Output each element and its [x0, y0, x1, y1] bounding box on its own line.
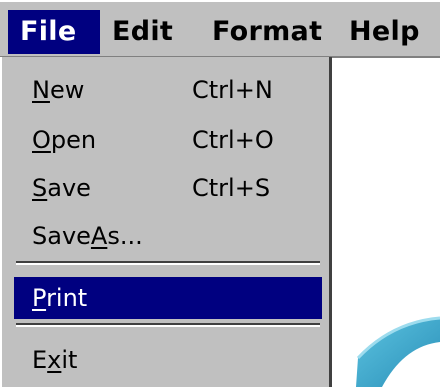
menu-item-save[interactable]: Save Ctrl+S: [14, 167, 322, 209]
menu-item-open-label: Open: [32, 126, 97, 154]
app-window: File Edit Format Help New Ctrl+N Open Ct…: [0, 0, 440, 387]
menu-item-open-shortcut: Ctrl+O: [192, 126, 274, 154]
menu-bar: File Edit Format Help: [0, 0, 440, 58]
menu-item-print[interactable]: Print: [14, 277, 322, 319]
menu-item-exit-label: Exit: [32, 346, 78, 374]
menu-item-print-label: Print: [32, 284, 88, 312]
menu-separator: [16, 261, 320, 265]
menu-file[interactable]: File: [8, 10, 100, 54]
menu-item-save-shortcut: Ctrl+S: [192, 174, 271, 202]
menu-edit[interactable]: Edit: [112, 10, 173, 54]
menu-item-new-label: New: [32, 76, 85, 104]
menu-item-open[interactable]: Open Ctrl+O: [14, 119, 322, 161]
menu-format[interactable]: Format: [212, 10, 322, 54]
menu-item-exit[interactable]: Exit: [14, 339, 322, 381]
menu-help[interactable]: Help: [349, 10, 420, 54]
menu-item-save-label: Save: [32, 174, 91, 202]
curved-arrow-icon: [356, 316, 440, 387]
menu-separator: [16, 323, 320, 327]
file-dropdown-menu: New Ctrl+N Open Ctrl+O Save Ctrl+S SaveA…: [0, 57, 332, 387]
menu-item-save-as[interactable]: SaveAs...: [14, 215, 322, 257]
menu-item-save-as-label: SaveAs...: [32, 222, 143, 250]
menu-item-new[interactable]: New Ctrl+N: [14, 69, 322, 111]
menu-item-new-shortcut: Ctrl+N: [192, 76, 273, 104]
